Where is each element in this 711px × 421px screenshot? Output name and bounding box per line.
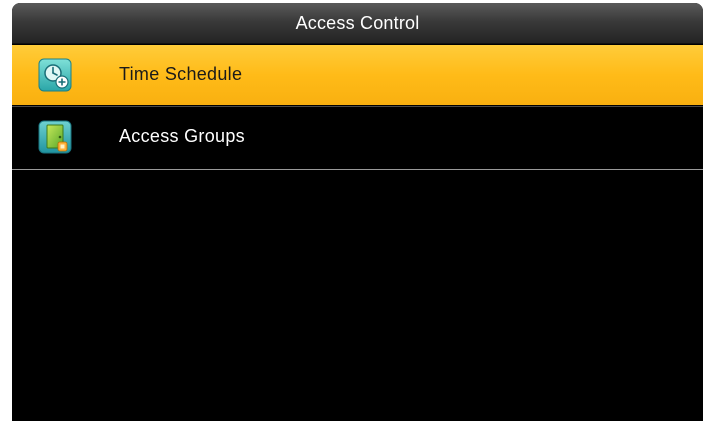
menu-item-label: Time Schedule [119, 64, 243, 84]
menu-item-access-groups[interactable]: Access Groups [12, 107, 703, 167]
door-group-icon [38, 120, 72, 154]
menu-item-label: Access Groups [119, 126, 245, 146]
page-title: Access Control [295, 13, 420, 33]
clock-schedule-icon [38, 58, 72, 92]
device-screen: Access Control Time Schedule Access Grou… [12, 3, 703, 421]
divider [12, 169, 703, 170]
menu-item-time-schedule[interactable]: Time Schedule [12, 45, 703, 105]
title-bar: Access Control [12, 3, 703, 44]
